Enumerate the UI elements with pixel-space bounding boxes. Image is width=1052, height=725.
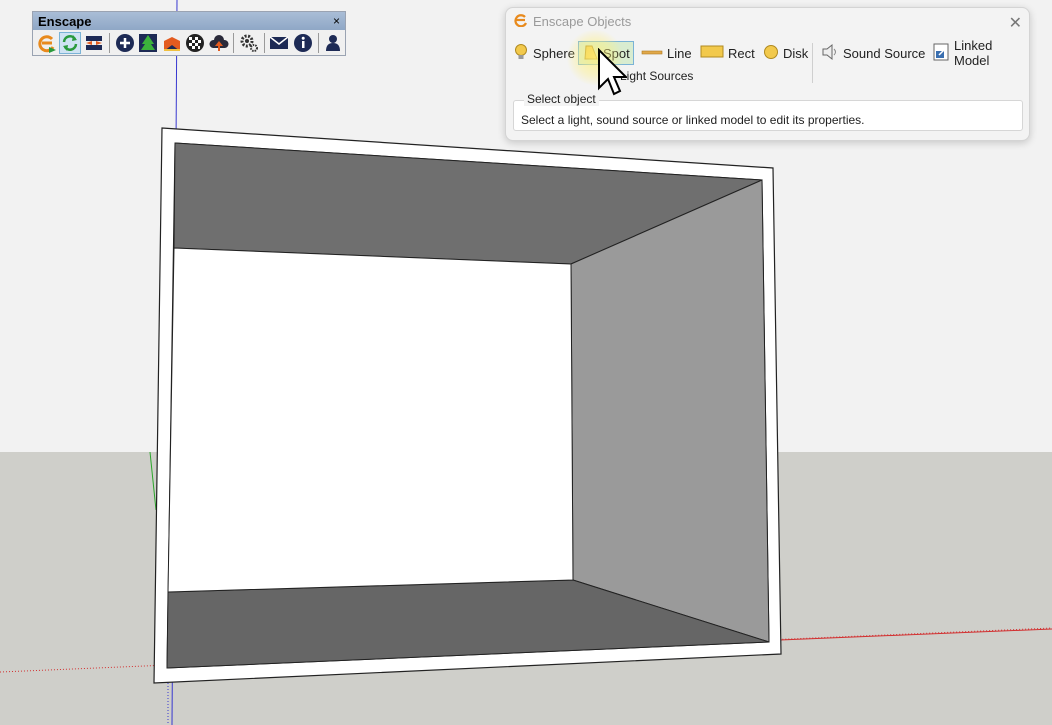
live-update-icon[interactable] xyxy=(59,32,82,54)
web-upload-icon[interactable] xyxy=(208,32,229,54)
sound-source-button[interactable]: Sound Source xyxy=(821,41,925,65)
settings-icon[interactable] xyxy=(238,32,259,54)
rect-light-button[interactable]: Rect xyxy=(700,41,755,65)
properties-box: Select object Select a light, sound sour… xyxy=(513,92,1023,131)
mouse-pointer-icon xyxy=(597,47,629,107)
toolbar-separator xyxy=(108,33,110,53)
sphere-label: Sphere xyxy=(533,45,575,61)
panel-title: Enscape Objects xyxy=(533,14,632,29)
enscape-objects-panel: Enscape Objects ✕ Sphere Spot Line Rect … xyxy=(505,7,1030,141)
enscape-toolbar-titlebar[interactable]: Enscape × xyxy=(33,12,345,30)
rect-label: Rect xyxy=(728,45,755,61)
back-wall-face[interactable] xyxy=(167,247,574,593)
line-label: Line xyxy=(667,45,692,61)
line-light-button[interactable]: Line xyxy=(641,41,692,65)
toolbar-separator xyxy=(233,33,235,53)
account-icon[interactable] xyxy=(323,32,344,54)
objects-toolbar: Sphere Spot Line Rect Disk Sound Source … xyxy=(506,38,1029,83)
linked-model-button[interactable]: Linked Model xyxy=(932,38,1029,68)
feedback-icon[interactable] xyxy=(269,32,290,54)
light-bulb-icon xyxy=(513,43,529,64)
close-icon[interactable]: × xyxy=(333,14,340,28)
linked-model-label: Linked Model xyxy=(954,38,993,68)
add-view-icon[interactable] xyxy=(114,32,135,54)
sound-source-label: Sound Source xyxy=(843,45,926,61)
toolbar-separator xyxy=(263,33,265,53)
disk-label: Disk xyxy=(783,45,809,61)
close-icon[interactable]: ✕ xyxy=(1009,13,1022,33)
asset-library-icon[interactable] xyxy=(137,32,158,54)
about-icon[interactable] xyxy=(292,32,313,54)
light-sources-group-label: Light Sources xyxy=(620,69,694,83)
properties-hint-text: Select a light, sound source or linked m… xyxy=(521,113,865,127)
disk-light-icon xyxy=(763,43,779,64)
panorama-icon[interactable] xyxy=(184,32,205,54)
speaker-icon xyxy=(821,43,839,64)
linked-model-icon xyxy=(932,42,950,65)
properties-legend: Select object xyxy=(524,92,599,106)
toolbar-separator xyxy=(317,33,319,53)
start-enscape-icon[interactable] xyxy=(36,32,57,54)
sphere-light-button[interactable]: Sphere xyxy=(513,41,575,65)
toolbar-divider xyxy=(812,43,813,83)
enscape-logo-icon xyxy=(514,13,528,30)
material-editor-icon[interactable] xyxy=(161,32,182,54)
disk-light-button[interactable]: Disk xyxy=(763,41,808,65)
panel-titlebar[interactable]: Enscape Objects xyxy=(506,8,1029,35)
sync-views-icon[interactable] xyxy=(83,32,104,54)
line-light-icon xyxy=(641,43,663,64)
enscape-toolbar-title: Enscape xyxy=(38,13,92,29)
enscape-toolbar: Enscape × xyxy=(32,11,346,56)
rect-light-icon xyxy=(700,43,724,64)
